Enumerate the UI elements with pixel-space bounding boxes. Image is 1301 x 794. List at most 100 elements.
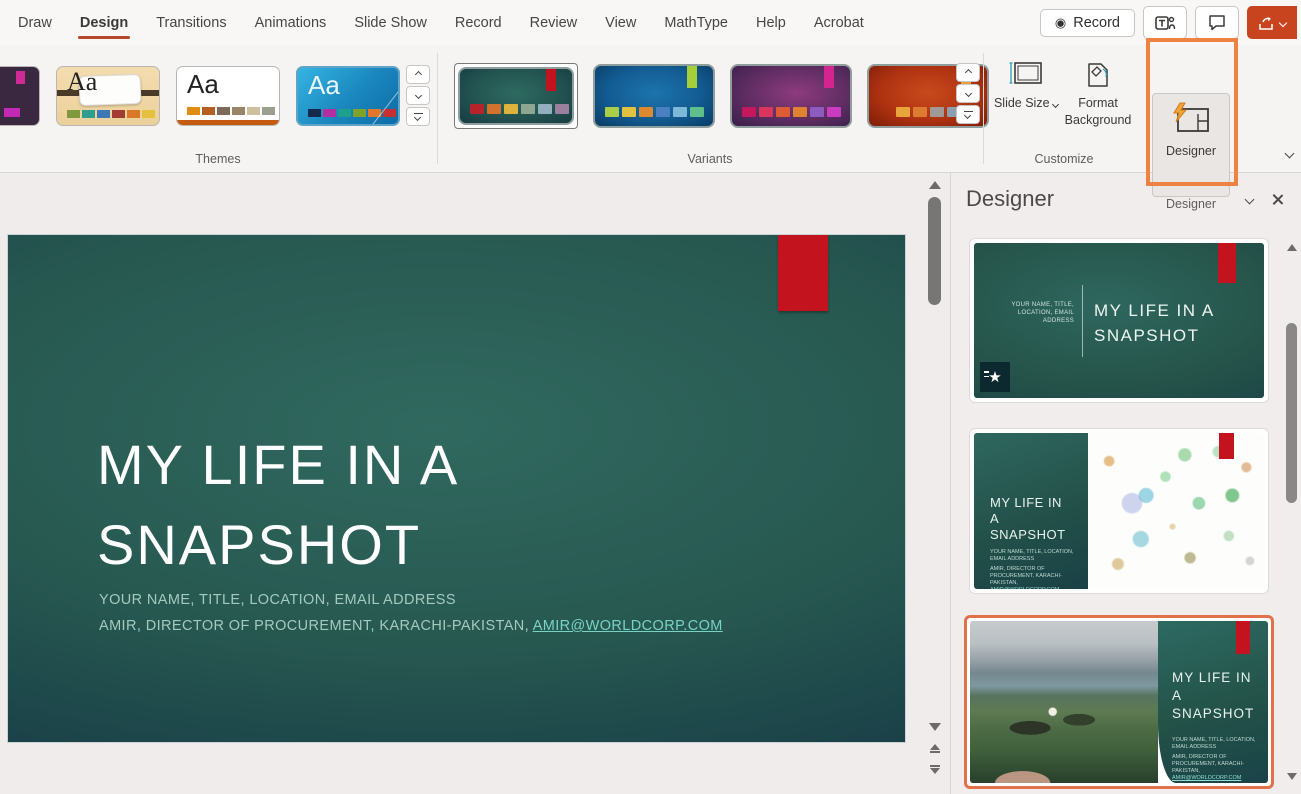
slide-size-label: Slide Size	[994, 95, 1058, 112]
slide-size-button[interactable]: Slide Size	[991, 55, 1061, 159]
variant-color-swatches	[470, 104, 569, 114]
tab-draw[interactable]: Draw	[4, 3, 66, 43]
slide-subtitle[interactable]: YOUR NAME, TITLE, LOCATION, EMAIL ADDRES…	[99, 587, 723, 639]
tab-slide-show[interactable]: Slide Show	[340, 3, 441, 43]
comment-icon	[1208, 14, 1226, 31]
ribbon-tabs: Draw Design Transitions Animations Slide…	[0, 3, 878, 43]
previous-slide-button[interactable]	[926, 740, 944, 756]
slide-title-line1: MY LIFE IN A	[97, 425, 459, 505]
suggestion-1-title: MY LIFE IN A SNAPSHOT	[1094, 298, 1244, 348]
share-icon	[1258, 15, 1276, 31]
format-background-button[interactable]: Format Background	[1063, 55, 1133, 159]
next-slide-button[interactable]	[926, 761, 944, 777]
designer-icon	[1170, 102, 1212, 136]
pane-scrollbar-thumb[interactable]	[1286, 323, 1297, 503]
theme-color-swatches	[187, 107, 275, 115]
teams-share-button[interactable]	[1143, 6, 1187, 39]
slide-title[interactable]: MY LIFE IN A SNAPSHOT	[97, 425, 459, 585]
variant-thumbnail-teal-selected[interactable]	[458, 67, 574, 125]
variant-accent-tag	[687, 66, 697, 88]
variants-scroll-down-button[interactable]	[956, 84, 980, 103]
theme-color-swatches	[67, 110, 155, 118]
theme-thumbnail-tan[interactable]: Aa	[56, 66, 160, 126]
variants-group-label: Variants	[440, 152, 980, 166]
main-vertical-scrollbar	[926, 173, 944, 794]
scroll-down-button[interactable]	[926, 719, 944, 735]
variant-thumbnail-blue[interactable]	[593, 64, 715, 128]
record-button[interactable]: ◉ Record	[1040, 9, 1135, 37]
slide-size-dropdown-chevron-icon	[1052, 101, 1059, 108]
slide-email-link[interactable]: AMIR@WORLDCORP.COM	[533, 618, 723, 634]
tab-help[interactable]: Help	[742, 3, 800, 43]
theme-sample-text: Aa	[308, 70, 340, 101]
group-divider	[437, 53, 438, 164]
designer-pane-title: Designer	[966, 186, 1054, 212]
comments-button[interactable]	[1195, 6, 1239, 39]
red-accent-tab	[1218, 243, 1236, 283]
close-icon	[1271, 193, 1284, 206]
theme-accent-tag	[16, 71, 25, 84]
scrollbar-thumb[interactable]	[928, 197, 941, 305]
star-icon: ★	[988, 368, 1001, 386]
tab-review[interactable]: Review	[516, 3, 592, 43]
variants-group: Variants	[440, 45, 980, 172]
theme-color-swatches	[308, 109, 396, 117]
share-dropdown-chevron-icon[interactable]	[1279, 18, 1287, 26]
slide-canvas[interactable]: MY LIFE IN A SNAPSHOT YOUR NAME, TITLE, …	[8, 235, 905, 742]
themes-scroll-up-button[interactable]	[406, 65, 430, 84]
variant-accent-tag	[546, 69, 556, 91]
scroll-up-button[interactable]	[926, 177, 944, 193]
customize-group-label: Customize	[985, 152, 1143, 166]
suggestion-2-link: AMIR@WORLDCORP.COM	[990, 587, 1076, 589]
variant-color-swatches	[605, 107, 704, 117]
tab-transitions[interactable]: Transitions	[142, 3, 240, 43]
pane-scroll-down-button[interactable]	[1284, 768, 1300, 784]
suggestion-3-title: MY LIFE IN A SNAPSHOT	[1172, 669, 1256, 723]
tab-animations[interactable]: Animations	[241, 3, 341, 43]
tab-mathtype[interactable]: MathType	[650, 3, 742, 43]
variant-accent-tag	[824, 66, 834, 88]
variants-more-button[interactable]	[956, 105, 980, 124]
themes-group-label: Themes	[0, 152, 436, 166]
theme-bottom-bar	[177, 120, 279, 125]
pane-scroll-up-button[interactable]	[1284, 239, 1300, 255]
themes-scroll-down-button[interactable]	[406, 86, 430, 105]
tab-acrobat[interactable]: Acrobat	[800, 3, 878, 43]
theme-thumbnail-white[interactable]: Aa	[176, 66, 280, 126]
variants-scroll-up-button[interactable]	[956, 63, 980, 82]
customize-group: Slide Size Format Background Customize	[985, 45, 1143, 172]
suggestion-2-teal-panel: MY LIFE IN A SNAPSHOT YOUR NAME, TITLE, …	[974, 433, 1088, 589]
collapse-ribbon-button[interactable]	[1286, 144, 1293, 162]
share-button[interactable]	[1247, 6, 1297, 39]
red-accent-tab	[1219, 433, 1234, 459]
tab-record[interactable]: Record	[441, 3, 516, 43]
menubar-right-controls: ◉ Record	[1040, 6, 1301, 39]
suggestion-2-title: MY LIFE IN A SNAPSHOT	[990, 495, 1070, 543]
theme-sample-text: Aa	[187, 69, 219, 100]
design-suggestion-1[interactable]: YOUR NAME, TITLE, LOCATION, EMAIL ADDRES…	[969, 238, 1269, 403]
theme-thumbnail-purple[interactable]	[0, 66, 40, 126]
design-suggestion-3-selected[interactable]: MY LIFE IN A SNAPSHOT YOUR NAME, TITLE, …	[964, 615, 1274, 789]
design-suggestion-2[interactable]: MY LIFE IN A SNAPSHOT YOUR NAME, TITLE, …	[969, 428, 1269, 594]
variants-gallery	[454, 63, 989, 129]
tab-design[interactable]: Design	[66, 3, 142, 43]
ribbon: Aa Aa Aa	[0, 45, 1301, 173]
designer-pane: Designer YOUR NAME, TITLE, LOCATION, EMA…	[950, 173, 1301, 794]
format-background-label: Format Background	[1064, 95, 1132, 129]
theme-sample-text: Aa	[67, 67, 97, 97]
designer-button[interactable]: Designer	[1152, 93, 1230, 197]
themes-more-button[interactable]	[406, 107, 430, 126]
slide-size-icon	[1008, 59, 1044, 89]
dots-artwork	[1088, 433, 1264, 589]
tab-view[interactable]: View	[591, 3, 650, 43]
themes-scroll-buttons	[406, 65, 430, 126]
red-accent-tab	[1236, 621, 1250, 654]
variant-thumbnail-purple[interactable]	[730, 64, 852, 128]
theme-thumbnail-blue-selected[interactable]: Aa	[296, 66, 400, 126]
themes-gallery: Aa Aa Aa	[0, 65, 400, 127]
variant-selected-frame	[454, 63, 578, 129]
pane-collapse-button[interactable]	[1235, 185, 1263, 213]
suggestion-2-details: YOUR NAME, TITLE, LOCATION, EMAIL ADDRES…	[990, 549, 1076, 589]
theme-swatch	[4, 108, 20, 117]
designer-button-label: Designer	[1166, 144, 1216, 158]
